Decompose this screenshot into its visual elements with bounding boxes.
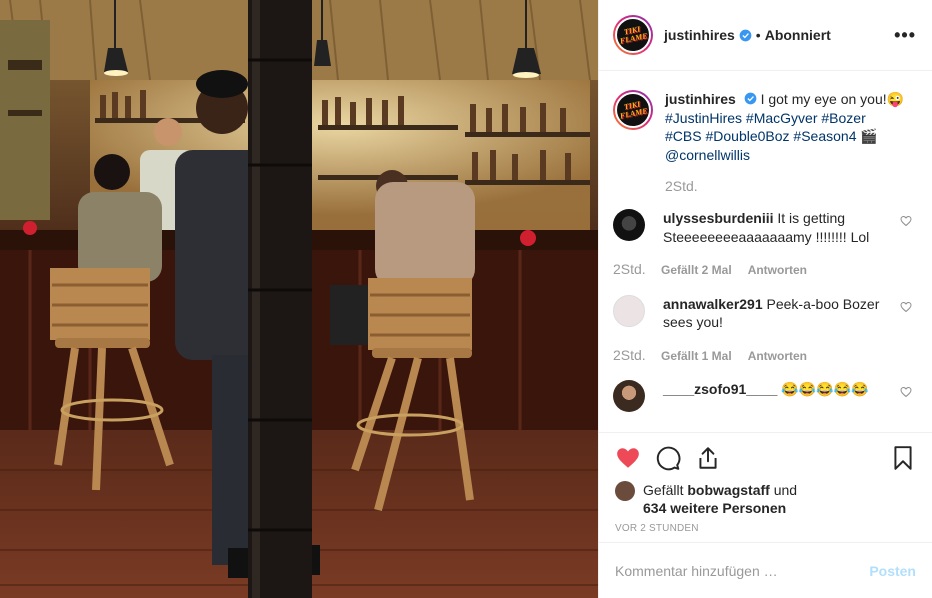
bookmark-icon[interactable] bbox=[890, 445, 916, 471]
comment-username[interactable]: ulyssesburdeniii bbox=[663, 210, 773, 226]
heart-icon[interactable] bbox=[615, 445, 641, 471]
liker-username[interactable]: bobwagstaff bbox=[687, 482, 769, 498]
comment-like-icon[interactable] bbox=[900, 215, 912, 227]
likes-summary: Gefällt bobwagstaff und 634 weitere Pers… bbox=[615, 481, 916, 517]
share-icon[interactable] bbox=[695, 445, 721, 471]
caption-username[interactable]: justinhires bbox=[665, 91, 736, 107]
follow-status-button[interactable]: Abonniert bbox=[765, 27, 831, 43]
hashtag-link[interactable]: #JustinHires bbox=[665, 110, 742, 126]
comment-timestamp[interactable]: 2Std. bbox=[613, 260, 661, 279]
post-header: TIKI FLAME justinhires • Abonniert ••• bbox=[599, 0, 932, 71]
mention-link[interactable]: @cornellwillis bbox=[665, 147, 750, 163]
comment-username[interactable]: ____zsofo91____ bbox=[663, 381, 777, 397]
post-comment-button[interactable]: Posten bbox=[869, 563, 916, 579]
hashtag-link[interactable]: #Bozer bbox=[821, 110, 865, 126]
hashtag-link[interactable]: #MacGyver bbox=[746, 110, 818, 126]
comment-text: 😂😂😂😂😂 bbox=[781, 381, 869, 397]
comment-input[interactable] bbox=[615, 562, 870, 579]
commenter-avatar[interactable] bbox=[613, 294, 645, 327]
post-caption: TIKI FLAME justinhires I got my eye on y… bbox=[613, 90, 916, 164]
caption-avatar-logo: TIKI FLAME bbox=[619, 99, 649, 121]
verified-badge-icon bbox=[744, 92, 757, 105]
comments-list[interactable]: TIKI FLAME justinhires I got my eye on y… bbox=[599, 72, 932, 432]
post-side-panel: TIKI FLAME justinhires • Abonniert ••• T… bbox=[598, 0, 932, 598]
comment-like-count[interactable]: Gefällt 1 Mal bbox=[661, 347, 732, 366]
comment-like-icon[interactable] bbox=[900, 386, 912, 398]
caption-text: I got my eye on you!😜 bbox=[760, 91, 905, 107]
caption-avatar[interactable]: TIKI FLAME bbox=[613, 90, 653, 130]
comment-like-count[interactable]: Gefällt 2 Mal bbox=[661, 261, 732, 280]
verified-badge-icon bbox=[739, 29, 752, 41]
commenter-avatar[interactable] bbox=[613, 380, 645, 412]
comment-like-icon[interactable] bbox=[900, 301, 912, 313]
author-avatar[interactable]: TIKI FLAME bbox=[613, 15, 653, 55]
post-actions: Gefällt bobwagstaff und 634 weitere Pers… bbox=[599, 432, 932, 534]
hashtag-link[interactable]: #Season4 bbox=[793, 128, 856, 144]
bar-scene-image bbox=[0, 0, 598, 598]
reply-button[interactable]: Antworten bbox=[748, 261, 807, 280]
add-comment-bar: Posten bbox=[599, 542, 932, 598]
likes-others-link[interactable]: 634 weitere Personen bbox=[643, 500, 786, 516]
reply-button[interactable]: Antworten bbox=[748, 347, 807, 366]
comment-item: annawalker291 Peek-a-boo Bozer sees you!… bbox=[613, 294, 916, 366]
hashtag-link[interactable]: #Double0Boz bbox=[705, 128, 789, 144]
comment-username[interactable]: annawalker291 bbox=[663, 296, 763, 312]
comment-timestamp[interactable]: 2Std. bbox=[613, 346, 661, 365]
post-photo[interactable] bbox=[0, 0, 598, 598]
comment-item: ____zsofo91____ 😂😂😂😂😂 bbox=[613, 380, 916, 412]
post-timestamp[interactable]: VOR 2 STUNDEN bbox=[615, 523, 916, 534]
likes-prefix: Gefällt bbox=[643, 482, 684, 498]
likes-connector: und bbox=[773, 482, 798, 498]
caption-emoji: 🎬 bbox=[860, 128, 878, 144]
avatar-logo: TIKI FLAME bbox=[619, 24, 649, 46]
hashtag-link[interactable]: #CBS bbox=[665, 128, 702, 144]
caption-timestamp[interactable]: 2Std. bbox=[665, 178, 916, 194]
author-username[interactable]: justinhires bbox=[664, 27, 735, 43]
more-options-icon[interactable]: ••• bbox=[894, 25, 916, 46]
commenter-avatar[interactable] bbox=[613, 209, 645, 241]
comment-item: ulyssesburdeniii It is getting Steeeeeee… bbox=[613, 209, 916, 280]
liker-avatar[interactable] bbox=[615, 481, 635, 501]
comment-icon[interactable] bbox=[655, 445, 681, 471]
header-separator: • bbox=[755, 27, 761, 43]
